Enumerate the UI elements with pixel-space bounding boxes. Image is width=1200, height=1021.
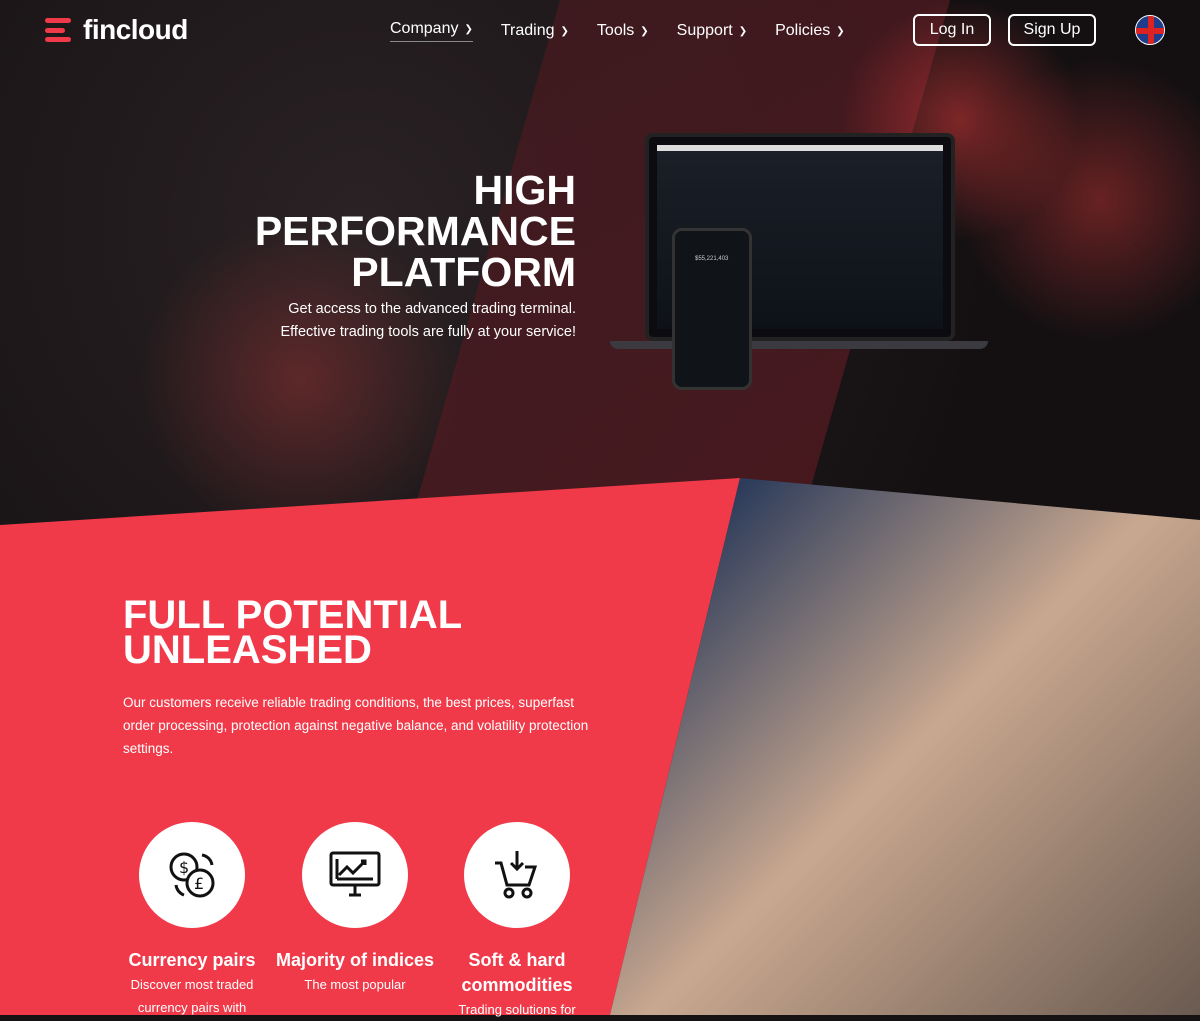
hero-title: HIGH PERFORMANCE PLATFORM bbox=[176, 170, 576, 293]
laptop-base bbox=[610, 341, 988, 349]
section-text: Our customers receive reliable trading c… bbox=[123, 695, 589, 756]
logo-icon bbox=[45, 18, 73, 42]
main-nav: Company ❯ Trading ❯ Tools ❯ Support ❯ Polici… bbox=[390, 20, 845, 42]
login-button[interactable]: Log In bbox=[913, 14, 991, 46]
feature-desc: Discover most traded currency pairs with bbox=[130, 977, 254, 1015]
hero-subtitle-line: Effective trading tools are fully at you… bbox=[280, 324, 576, 340]
feature-commodities[interactable]: Soft & hard commodities Trading solution… bbox=[432, 822, 602, 1021]
nav-tools[interactable]: Tools ❯ bbox=[597, 20, 649, 42]
feature-title: Majority of indices bbox=[270, 948, 440, 973]
nav-label: Support bbox=[676, 22, 733, 39]
hero-subtitle: Get access to the advanced trading termi… bbox=[156, 298, 576, 344]
hero-subtitle-line: Get access to the advanced trading termi… bbox=[288, 301, 576, 317]
svg-text:£: £ bbox=[194, 874, 204, 893]
nav-trading[interactable]: Trading ❯ bbox=[501, 20, 569, 42]
nav-label: Trading bbox=[500, 22, 555, 39]
uk-flag-icon[interactable] bbox=[1135, 15, 1165, 45]
chevron-down-icon: ❯ bbox=[560, 25, 569, 37]
section-title-line: UNLEASHED bbox=[123, 628, 372, 672]
hero-title-line: HIGH bbox=[473, 167, 577, 213]
section-title: FULL POTENTIAL UNLEASHED bbox=[123, 595, 462, 672]
feature-title: Currency pairs bbox=[128, 950, 256, 970]
currency-exchange-icon: $ £ bbox=[139, 822, 245, 928]
phone-mockup: $55,221,403 bbox=[672, 228, 752, 390]
signup-button[interactable]: Sign Up bbox=[1008, 14, 1096, 46]
nav-policies[interactable]: Policies ❯ bbox=[775, 20, 845, 42]
chevron-down-icon: ❯ bbox=[738, 25, 748, 37]
svg-text:$: $ bbox=[179, 858, 189, 877]
logo[interactable]: fincloud bbox=[45, 14, 188, 46]
logo-text: fincloud bbox=[83, 14, 188, 45]
feature-title: Soft & hard commodities bbox=[461, 950, 573, 995]
nav-label: Company bbox=[390, 20, 459, 37]
cart-download-icon bbox=[464, 822, 570, 928]
chevron-down-icon: ❯ bbox=[836, 25, 845, 37]
chevron-down-icon: ❯ bbox=[640, 25, 649, 37]
hero-title-line: PERFORMANCE bbox=[254, 208, 576, 254]
feature-desc: Trading solutions for bbox=[458, 1002, 576, 1017]
nav-company[interactable]: Company ❯ bbox=[390, 20, 473, 42]
feature-title-text: Majority of indices bbox=[275, 950, 435, 970]
phone-balance: $55,221,403 bbox=[695, 256, 729, 262]
feature-desc: The most popular bbox=[304, 977, 406, 992]
feature-indices[interactable]: Majority of indices The most popular bbox=[270, 822, 440, 996]
feature-currency-pairs[interactable]: $ £ Currency pairs Discover most traded c… bbox=[107, 822, 277, 1019]
nav-label: Tools bbox=[596, 22, 635, 39]
hero-title-line: PLATFORM bbox=[351, 249, 576, 295]
nav-label: Policies bbox=[775, 22, 831, 39]
chevron-down-icon: ❯ bbox=[464, 23, 473, 35]
monitor-chart-icon bbox=[302, 822, 408, 928]
nav-support[interactable]: Support ❯ bbox=[677, 20, 747, 42]
header: fincloud Company ❯ Trading ❯ Tools ❯ Suppor… bbox=[0, 0, 1200, 60]
